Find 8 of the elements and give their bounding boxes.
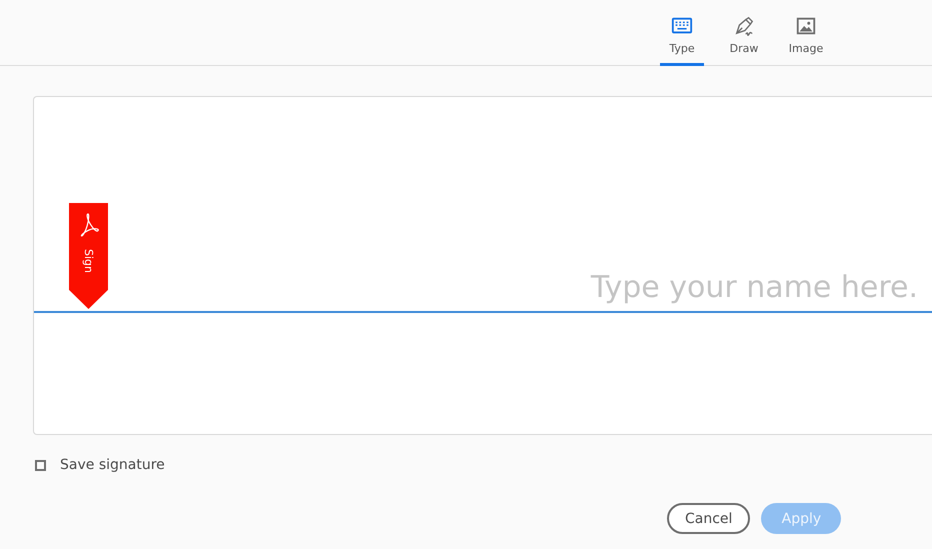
cancel-button[interactable]: Cancel <box>667 503 750 534</box>
save-checkbox[interactable] <box>35 460 46 470</box>
tab[interactable]: Draw <box>722 0 766 66</box>
image-icon <box>795 15 817 37</box>
pen-icon <box>733 15 755 37</box>
tab[interactable]: Image <box>784 0 828 66</box>
tab[interactable]: Type <box>660 0 704 66</box>
save-signature-label: Save signature <box>60 457 165 473</box>
